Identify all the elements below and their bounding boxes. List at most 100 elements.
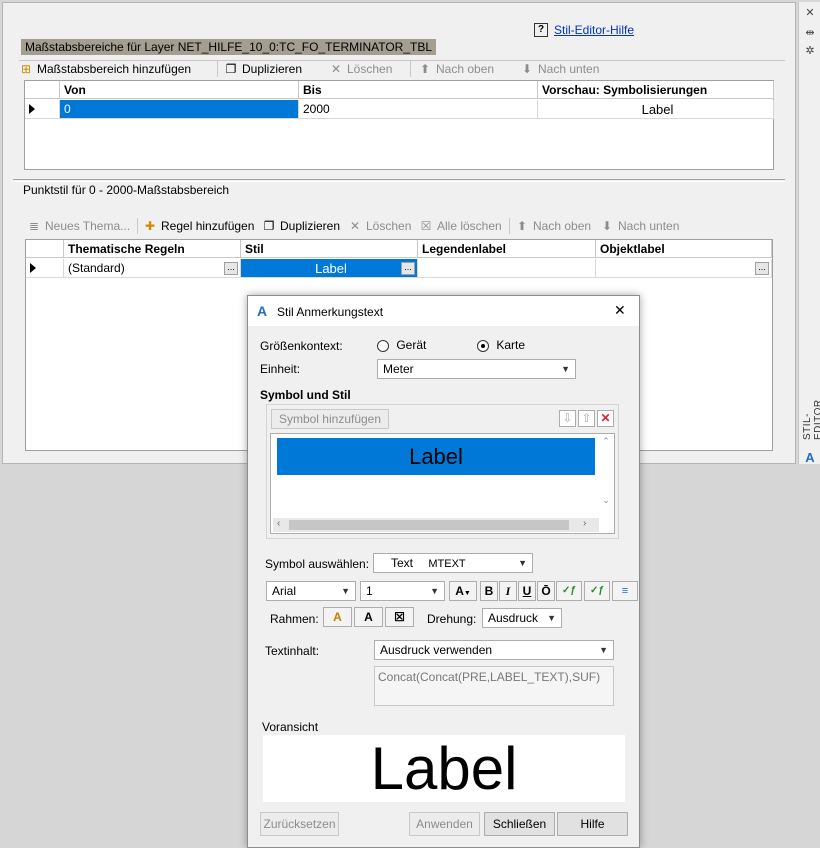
move-up-scale-range-button[interactable]: ⬆ Nach oben <box>418 60 494 78</box>
cell-rule[interactable]: (Standard) ... <box>64 259 241 278</box>
symbol-type-select[interactable]: Text MTEXT ▼ <box>373 553 533 573</box>
new-theme-label: Neues Thema... <box>45 219 131 233</box>
move-symbol-down-icon[interactable]: ⇩ <box>559 410 576 427</box>
help-button[interactable]: Hilfe <box>557 812 628 836</box>
add-rule-button[interactable]: ✚ Regel hinzufügen <box>143 217 254 235</box>
justification-button[interactable]: ≡ <box>612 581 638 601</box>
object-label-ellipsis-button[interactable]: ... <box>755 262 769 275</box>
close-button[interactable]: Schließen <box>484 812 555 836</box>
column-header-style[interactable]: Stil <box>241 240 418 258</box>
add-rule-icon: ✚ <box>144 219 156 233</box>
underline-button[interactable]: U <box>518 581 536 601</box>
fx-expression-button-2[interactable]: ✓ƒ <box>584 581 610 601</box>
duplicate-rule-label: Duplizieren <box>280 219 341 233</box>
add-scale-range-button[interactable]: ⊞ Maßstabsbereich hinzufügen <box>19 60 191 78</box>
chevron-down-icon: ▼ <box>599 645 608 655</box>
move-symbol-up-icon[interactable]: ⇧ <box>578 410 595 427</box>
underline-icon: U <box>522 584 532 598</box>
radio-device[interactable]: Gerät <box>377 338 426 352</box>
column-header-von[interactable]: Von <box>60 81 299 99</box>
toolbar-separator <box>410 61 411 77</box>
add-symbol-button[interactable]: Symbol hinzufügen <box>271 409 389 429</box>
column-header-legend-label[interactable]: Legendenlabel <box>418 240 596 258</box>
column-header-object-label[interactable]: Objektlabel <box>596 240 772 258</box>
frame-color-button[interactable]: A <box>323 607 352 627</box>
bold-button[interactable]: B <box>480 581 498 601</box>
reset-button[interactable]: Zurücksetzen <box>260 812 339 836</box>
help-icon[interactable]: ? <box>534 23 548 37</box>
row-selector[interactable] <box>25 100 60 119</box>
apply-button[interactable]: Anwenden <box>409 812 480 836</box>
cell-object-label[interactable]: ... <box>596 259 772 278</box>
bold-icon: B <box>484 584 494 598</box>
column-header-bis[interactable]: Bis <box>299 81 538 99</box>
new-theme-button[interactable]: ≣ Neues Thema... <box>27 217 130 235</box>
close-icon[interactable]: ✕ <box>614 302 626 319</box>
scroll-right-icon[interactable]: › <box>583 518 586 529</box>
column-header-rules[interactable]: Thematische Regeln <box>64 240 241 258</box>
overline-button[interactable]: Ō <box>537 581 555 601</box>
font-size-select[interactable]: 1 ▼ <box>360 581 445 601</box>
theme-icon: ≣ <box>28 219 40 233</box>
cell-preview[interactable]: Label <box>538 100 774 119</box>
expression-field[interactable]: Concat(Concat(PRE,LABEL_TEXT),SUF) <box>374 666 614 706</box>
unit-select[interactable]: Meter ▼ <box>377 359 576 379</box>
symbol-list-item[interactable]: Label <box>277 438 595 475</box>
help-link[interactable]: Stil-Editor-Hilfe <box>554 23 634 37</box>
arrow-down-icon: ⬇ <box>601 219 613 233</box>
content-label: Textinhalt: <box>265 644 320 658</box>
radio-map[interactable]: Karte <box>477 338 525 352</box>
content-mode-select[interactable]: Ausdruck verwenden ▼ <box>374 640 614 660</box>
fx-expression-button[interactable]: ✓ƒ <box>556 581 582 601</box>
duplicate-rule-button[interactable]: ❐ Duplizieren <box>262 217 340 235</box>
horizontal-scrollbar[interactable]: ‹ › <box>273 518 599 532</box>
scroll-left-icon[interactable]: ‹ <box>277 518 280 529</box>
cell-von[interactable]: 0 <box>60 100 299 119</box>
move-down-scale-range-button[interactable]: ⬇ Nach unten <box>520 60 599 78</box>
scroll-up-icon[interactable]: ⌃ <box>599 436 613 447</box>
vertical-scrollbar[interactable]: ⌃ ⌄ <box>599 436 613 518</box>
move-up-rule-button[interactable]: ⬆ Nach oben <box>515 217 591 235</box>
rotation-select[interactable]: Ausdruck ▼ <box>482 608 562 628</box>
cell-legend-label[interactable] <box>418 259 596 278</box>
text-color-button[interactable]: A▼ <box>449 581 477 601</box>
column-header-preview[interactable]: Vorschau: Symbolisierungen <box>538 81 774 99</box>
select-symbol-label: Symbol auswählen: <box>265 557 370 571</box>
delete-symbol-icon[interactable]: ✕ <box>597 410 614 427</box>
style-ellipsis-button[interactable]: ... <box>401 262 415 275</box>
text-color-icon: A <box>455 584 464 598</box>
cell-bis[interactable]: 2000 <box>299 100 538 119</box>
chevron-down-icon: ▼ <box>561 364 570 374</box>
duplicate-scale-range-button[interactable]: ❐ Duplizieren <box>224 60 302 78</box>
delete-icon: ✕ <box>330 62 342 76</box>
font-select[interactable]: Arial ▼ <box>266 581 356 601</box>
add-rule-label: Regel hinzufügen <box>161 219 255 233</box>
frame-style-button[interactable]: ☒ <box>385 607 414 627</box>
scroll-down-icon[interactable]: ⌄ <box>599 495 613 506</box>
fill-color-button[interactable]: A <box>354 607 383 627</box>
preview-label: Voransicht <box>262 720 319 734</box>
gear-icon[interactable]: ✲ <box>803 44 817 58</box>
delete-all-label: Alle löschen <box>437 219 502 233</box>
move-down-rule-button[interactable]: ⬇ Nach unten <box>600 217 679 235</box>
scroll-thumb[interactable] <box>289 520 569 530</box>
app-logo-icon: A <box>805 450 815 465</box>
rotation-label: Drehung: <box>427 612 477 626</box>
italic-button[interactable]: I <box>499 581 517 601</box>
close-icon[interactable]: ✕ <box>803 6 817 20</box>
cell-style[interactable]: Label ... <box>241 259 418 278</box>
annotation-text-style-dialog: A Stil Anmerkungstext ✕ Größenkontext: G… <box>247 295 640 848</box>
delete-all-rules-button[interactable]: ☒ Alle löschen <box>419 217 502 235</box>
arrow-up-icon: ⬆ <box>419 62 431 76</box>
section-splitter[interactable] <box>13 179 785 182</box>
rule-ellipsis-button[interactable]: ... <box>224 262 238 275</box>
symbol-style-heading: Symbol und Stil <box>260 388 351 402</box>
symbol-group: Symbol hinzufügen ⇩ ⇧ ✕ Label ⌃ ⌄ ‹ › <box>266 404 619 539</box>
row-selector[interactable] <box>26 259 64 278</box>
delete-scale-range-button[interactable]: ✕ Löschen <box>329 60 392 78</box>
frame-style-icon: ☒ <box>394 610 405 624</box>
auto-hide-icon[interactable]: ⇹ <box>803 26 817 40</box>
delete-rule-button[interactable]: ✕ Löschen <box>348 217 411 235</box>
style-preview-text: Label <box>315 261 347 276</box>
current-row-marker-icon <box>30 263 36 273</box>
